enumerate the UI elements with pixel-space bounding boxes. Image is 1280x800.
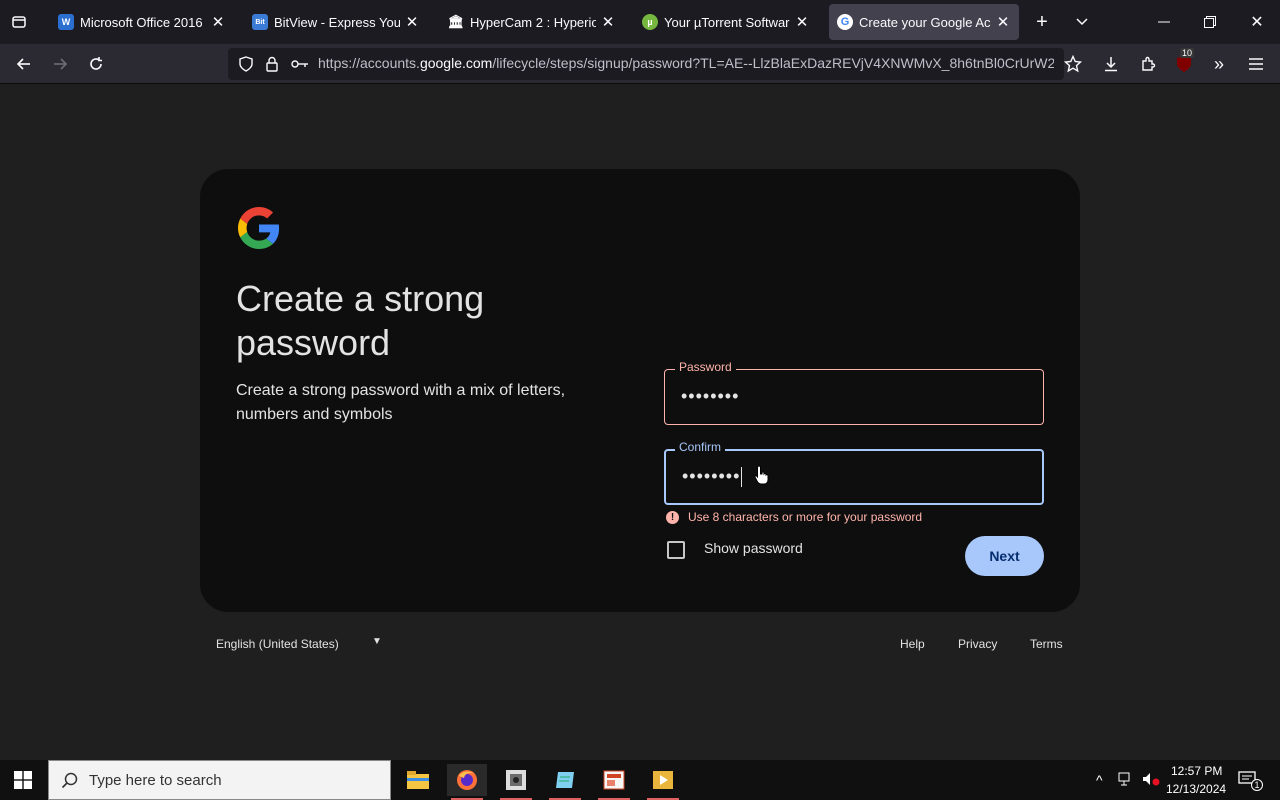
tab-google-account[interactable]: G Create your Google Accou ✕: [829, 4, 1019, 40]
notifications-icon[interactable]: 1: [1238, 771, 1263, 791]
close-tab-icon[interactable]: ✕: [210, 13, 226, 31]
tab-strip: W Microsoft Office 2016 Free ✕ Bit BitVi…: [0, 0, 1280, 44]
google-logo-icon: [238, 207, 280, 249]
extensions-icon[interactable]: [1136, 52, 1160, 76]
tab-hypercam[interactable]: 🏛 HyperCam 2 : Hyperionics ✕: [440, 4, 624, 40]
show-password-label[interactable]: Show password: [704, 540, 803, 556]
url-text[interactable]: https://accounts.google.com/lifecycle/st…: [318, 55, 1054, 71]
page-subtitle: Create a strong password with a mix of l…: [236, 382, 566, 423]
confirm-label: Confirm: [675, 440, 726, 454]
extension-badge: 10: [1180, 48, 1195, 58]
tracking-protection-shield-icon[interactable]: [236, 54, 256, 74]
bookmark-star-icon[interactable]: [1061, 52, 1085, 76]
terms-link[interactable]: Terms: [1030, 637, 1063, 651]
confirm-password-field[interactable]: Confirm ••••••••: [664, 440, 1044, 505]
password-error: ! Use 8 characters or more for your pass…: [666, 510, 922, 524]
search-icon: [61, 772, 79, 794]
lock-icon[interactable]: [262, 54, 282, 74]
url-prefix: https://accounts.: [318, 55, 420, 71]
downloads-icon[interactable]: [1099, 52, 1123, 76]
tab-utorrent[interactable]: µ Your µTorrent Software is U ✕: [634, 4, 818, 40]
language-label: English (United States): [216, 637, 339, 651]
text-caret: [741, 467, 743, 488]
clock-time[interactable]: 12:57 PM: [1171, 764, 1222, 778]
privacy-link[interactable]: Privacy: [958, 637, 997, 651]
firefox-taskbar-icon[interactable]: [447, 764, 487, 800]
tab-title: HyperCam 2 : Hyperionics: [470, 14, 596, 30]
key-icon[interactable]: [290, 54, 310, 74]
list-all-tabs-icon[interactable]: [1070, 10, 1094, 34]
error-text: Use 8 characters or more for your passwo…: [688, 510, 923, 524]
tab-title: Your µTorrent Software is U: [664, 14, 790, 30]
password-field[interactable]: Password ••••••••: [664, 360, 1044, 425]
confirm-value-wrap: ••••••••: [682, 466, 743, 488]
volume-muted-icon[interactable]: [1142, 772, 1160, 789]
tab-bitview[interactable]: Bit BitView - Express Yourself. ✕: [244, 4, 428, 40]
url-path: /lifecycle/steps/signup/password?TL=AE--…: [492, 55, 1054, 71]
close-tab-icon[interactable]: ✕: [404, 13, 420, 31]
language-selector[interactable]: English (United States) ▼: [216, 636, 386, 651]
microsoft-office-favicon-icon: W: [58, 14, 74, 30]
tab-title: Create your Google Accou: [859, 14, 991, 30]
network-icon[interactable]: [1118, 772, 1134, 789]
password-label: Password: [675, 360, 736, 374]
address-bar[interactable]: https://accounts.google.com/lifecycle/st…: [228, 48, 1064, 80]
hypercam-taskbar-icon[interactable]: [496, 764, 536, 800]
clock-date[interactable]: 12/13/2024: [1166, 782, 1226, 796]
password-value: ••••••••: [681, 386, 740, 406]
close-tab-icon[interactable]: ✕: [995, 13, 1011, 31]
presentation-app-icon[interactable]: [594, 764, 634, 800]
confirm-value: ••••••••: [682, 466, 741, 486]
notepad-app-icon[interactable]: [545, 764, 585, 800]
url-domain: google.com: [419, 55, 493, 71]
media-player-icon[interactable]: [643, 764, 683, 800]
google-favicon-icon: G: [837, 14, 853, 30]
tab-microsoft-office[interactable]: W Microsoft Office 2016 Free ✕: [50, 4, 234, 40]
firefox-view-icon[interactable]: [8, 12, 30, 32]
show-password-checkbox[interactable]: [667, 541, 685, 559]
restore-icon[interactable]: [1198, 10, 1222, 34]
bitview-favicon-icon: Bit: [252, 14, 268, 30]
close-window-icon[interactable]: ✕: [1245, 10, 1269, 34]
close-tab-icon[interactable]: ✕: [794, 13, 810, 31]
windows-taskbar: Type here to search ^ 12:57 PM 12/13/202…: [0, 760, 1280, 800]
taskbar-search-box[interactable]: Type here to search: [48, 760, 391, 800]
hypercam-favicon-icon: 🏛: [447, 14, 465, 29]
windows-start-icon[interactable]: [12, 770, 34, 790]
minimize-icon[interactable]: [1152, 10, 1176, 34]
file-explorer-icon[interactable]: [398, 764, 438, 796]
page-title: Create a strong password: [236, 278, 485, 363]
close-tab-icon[interactable]: ✕: [600, 13, 616, 31]
signup-card: Create a strong password Create a strong…: [200, 169, 1080, 612]
error-icon: !: [666, 510, 679, 524]
page-content: Create a strong password Create a strong…: [0, 85, 1280, 760]
next-button[interactable]: Next: [965, 536, 1044, 576]
more-tools-chevron-icon[interactable]: »: [1207, 52, 1231, 76]
ublock-extension-icon[interactable]: 10: [1172, 48, 1196, 76]
navigation-toolbar: https://accounts.google.com/lifecycle/st…: [0, 44, 1280, 84]
forward-icon[interactable]: [48, 52, 72, 76]
hand-cursor-icon: [754, 465, 770, 490]
reload-icon[interactable]: [84, 52, 108, 76]
dropdown-arrow-icon: ▼: [372, 636, 382, 647]
back-icon[interactable]: [12, 52, 36, 76]
tab-title: BitView - Express Yourself.: [274, 14, 400, 30]
notification-count: 1: [1251, 779, 1263, 791]
tray-chevron-icon[interactable]: ^: [1096, 772, 1103, 788]
menu-hamburger-icon[interactable]: [1244, 52, 1268, 76]
help-link[interactable]: Help: [900, 637, 925, 651]
new-tab-icon[interactable]: +: [1030, 10, 1054, 34]
search-placeholder: Type here to search: [89, 771, 222, 789]
utorrent-favicon-icon: µ: [642, 14, 658, 30]
tab-title: Microsoft Office 2016 Free: [80, 14, 206, 30]
